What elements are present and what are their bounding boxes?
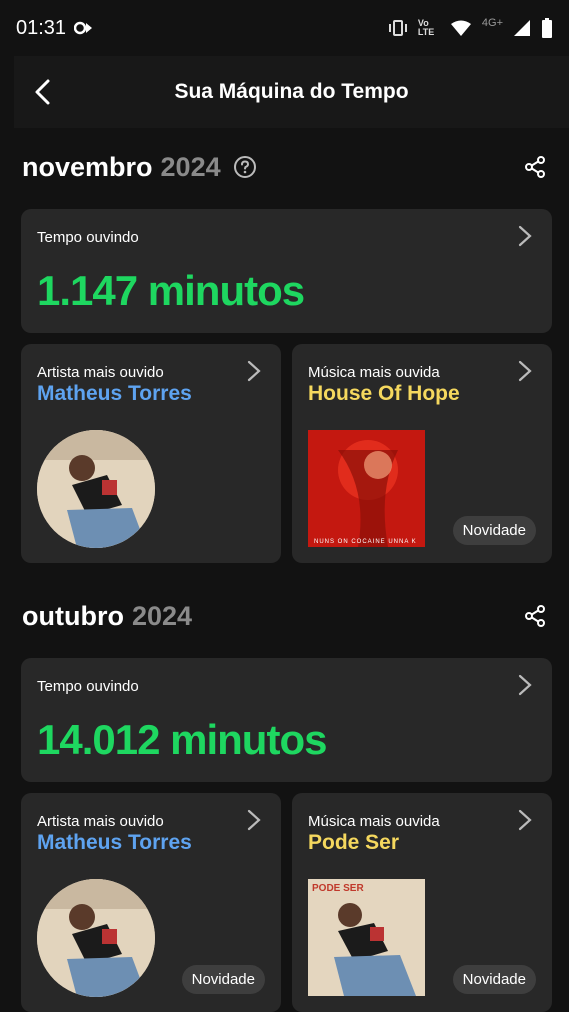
album-cover: NUNS ON COCAINE UNNA K: [308, 430, 425, 547]
album-cover: PODE SER: [308, 879, 425, 996]
chevron-right-icon: [518, 225, 532, 247]
top-song-card[interactable]: Música mais ouvida House Of Hope NUNS ON…: [292, 344, 552, 563]
share-icon[interactable]: [523, 155, 547, 179]
time-label: Tempo ouvindo: [37, 678, 139, 695]
new-badge: Novidade: [181, 965, 265, 994]
data-saver-icon: [74, 21, 93, 35]
chevron-right-icon: [518, 674, 532, 696]
help-icon[interactable]: [233, 155, 257, 179]
app-bar: Sua Máquina do Tempo: [14, 56, 569, 128]
month-label: outubro: [22, 600, 124, 631]
month-label: novembro: [22, 151, 153, 182]
song-label: Música mais ouvida: [308, 364, 440, 381]
minutes-value: 14.012 minutos: [37, 716, 327, 763]
page-title: Sua Máquina do Tempo: [174, 80, 409, 103]
status-time: 01:31: [16, 16, 67, 39]
cover-caption: NUNS ON COCAINE UNNA K: [314, 539, 417, 545]
chevron-right-icon: [247, 809, 261, 831]
chevron-right-icon: [247, 360, 261, 382]
chevron-right-icon: [518, 809, 532, 831]
top-artist-card[interactable]: Artista mais ouvido Matheus Torres: [21, 344, 281, 563]
artist-label: Artista mais ouvido: [37, 813, 164, 830]
cover-caption: PODE SER: [312, 883, 364, 894]
artist-avatar: [37, 879, 155, 997]
song-name: Pode Ser: [308, 831, 400, 854]
top-song-card[interactable]: Música mais ouvida Pode Ser PODE SER Nov…: [292, 793, 552, 1012]
vibrate-icon: [388, 20, 407, 36]
top-artist-card[interactable]: Artista mais ouvido Matheus Torres Novid…: [21, 793, 281, 1012]
status-bar: 01:31 Vo LTE 4G+: [0, 0, 569, 56]
battery-icon: [542, 18, 552, 38]
share-icon[interactable]: [523, 604, 547, 628]
artist-name: Matheus Torres: [37, 382, 192, 405]
song-label: Música mais ouvida: [308, 813, 440, 830]
wifi-icon: [450, 20, 471, 36]
minutes-value: 1.147 minutos: [37, 267, 305, 314]
artist-name: Matheus Torres: [37, 831, 192, 854]
artist-label: Artista mais ouvido: [37, 364, 164, 381]
year-label: 2024: [131, 600, 193, 631]
volte-indicator: Vo LTE: [417, 18, 435, 37]
artist-avatar: [37, 430, 155, 548]
chevron-right-icon: [518, 360, 532, 382]
signal-icon: [514, 20, 530, 36]
month-header: outubro 2024: [22, 596, 547, 636]
network-type: 4G+: [481, 17, 503, 29]
year-label: 2024: [160, 151, 221, 182]
new-badge: Novidade: [452, 516, 536, 545]
listening-time-card[interactable]: Tempo ouvindo 14.012 minutos: [21, 658, 552, 782]
listening-time-card[interactable]: Tempo ouvindo 1.147 minutos: [21, 209, 552, 333]
time-label: Tempo ouvindo: [37, 229, 139, 246]
song-name: House Of Hope: [308, 382, 460, 405]
new-badge: Novidade: [452, 965, 536, 994]
month-header: novembro 2024: [22, 147, 547, 187]
back-arrow-icon[interactable]: [30, 78, 58, 106]
